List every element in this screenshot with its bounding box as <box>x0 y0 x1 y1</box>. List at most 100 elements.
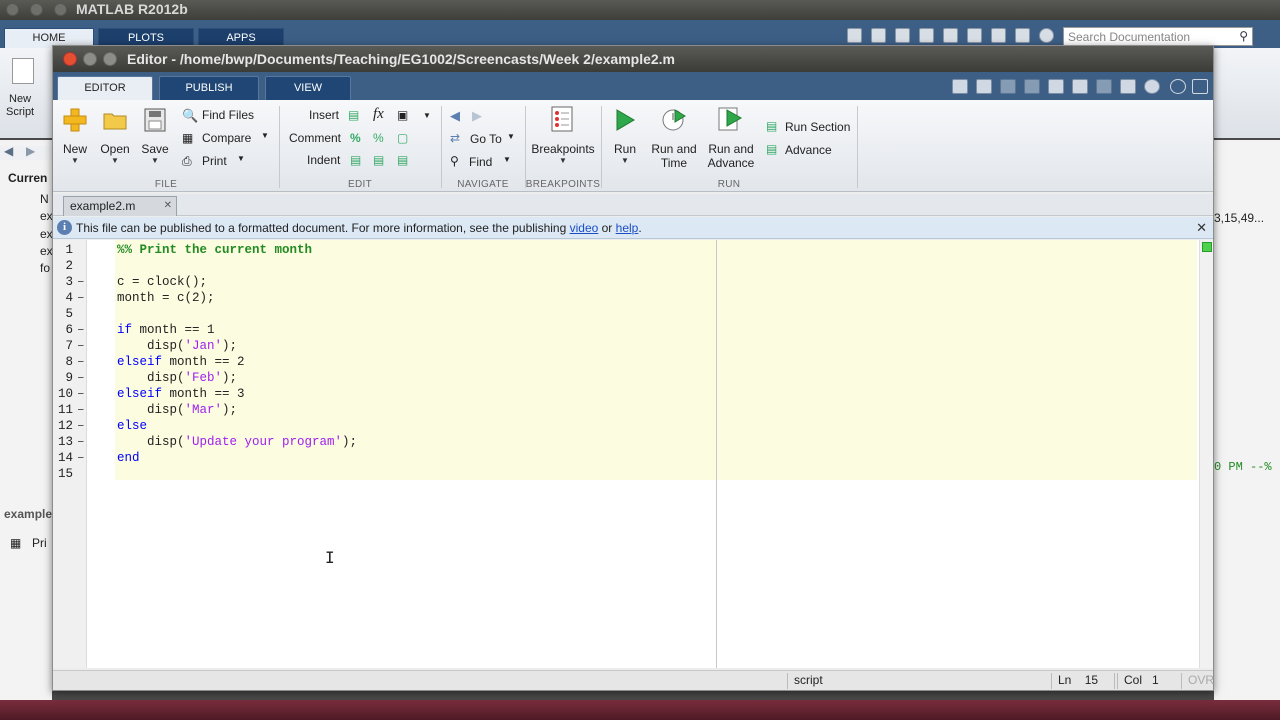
comment-percent-icon[interactable]: % <box>350 131 361 145</box>
find-dropdown-icon[interactable]: ▼ <box>503 155 511 164</box>
code-line[interactable]: elseif month == 2 <box>117 354 245 370</box>
redo-icon[interactable] <box>991 28 1006 43</box>
minimize-icon[interactable] <box>83 52 97 66</box>
documentation-search-input[interactable]: Search Documentation ⚲ <box>1063 27 1253 46</box>
tab-editor[interactable]: EDITOR <box>57 76 153 100</box>
search-icon[interactable]: ⚲ <box>1239 29 1248 43</box>
comment-button[interactable]: Comment <box>289 131 341 145</box>
document-tab[interactable]: example2.m ✕ <box>63 196 177 216</box>
back-arrow-icon[interactable]: ◀ <box>4 144 13 158</box>
code-line[interactable]: disp('Mar'); <box>117 402 237 418</box>
help-link[interactable]: help <box>616 221 639 235</box>
code-editor[interactable]: 1%% Print the current month 2 3– c = clock(… <box>53 240 1199 668</box>
executable-line-marker[interactable]: – <box>77 370 85 386</box>
code-line[interactable]: %% Print the current month <box>117 242 312 258</box>
insert-button[interactable]: Insert <box>309 108 339 122</box>
run-and-time-button[interactable]: Run and Time <box>649 142 699 170</box>
executable-line-marker[interactable]: – <box>77 354 85 370</box>
executable-line-marker[interactable]: – <box>77 450 85 466</box>
close-icon[interactable]: ✕ <box>1196 220 1207 236</box>
code-line[interactable]: else <box>117 418 147 434</box>
code-line[interactable]: disp('Update your program'); <box>117 434 357 450</box>
code-line[interactable]: elseif month == 3 <box>117 386 245 402</box>
undock-icon[interactable] <box>1192 79 1208 94</box>
vertical-scrollbar[interactable] <box>1199 240 1213 668</box>
insert-section-icon[interactable]: ▤ <box>348 108 359 122</box>
file-item[interactable]: N <box>40 192 49 206</box>
cut-icon[interactable] <box>895 28 910 43</box>
executable-line-marker[interactable]: – <box>77 434 85 450</box>
close-icon[interactable] <box>6 3 19 16</box>
help-icon[interactable] <box>1039 28 1054 43</box>
smart-indent-icon[interactable]: ▤ <box>350 153 361 167</box>
breakpoints-button[interactable]: Breakpoints ▼ <box>529 142 597 166</box>
decrease-indent-icon[interactable]: ▤ <box>373 153 384 167</box>
executable-line-marker[interactable]: – <box>77 290 85 306</box>
print-button[interactable]: Print <box>202 154 227 168</box>
insert-function-icon[interactable]: ▣ <box>397 108 408 122</box>
run-button[interactable]: Run ▼ <box>609 142 641 166</box>
close-tab-icon[interactable]: ✕ <box>164 200 172 211</box>
insert-dropdown-icon[interactable]: ▼ <box>423 111 431 120</box>
code-line[interactable]: c = clock(); <box>117 274 207 290</box>
forward-arrow-icon[interactable]: ▶ <box>472 108 482 124</box>
breakpoint-column[interactable] <box>87 240 115 668</box>
save-icon[interactable] <box>976 79 992 94</box>
file-item[interactable]: ex <box>40 209 53 223</box>
new-script-icon[interactable] <box>12 58 34 84</box>
function-fx-icon[interactable]: fx <box>373 106 384 123</box>
file-item[interactable]: ex <box>40 227 53 241</box>
code-line[interactable]: disp('Jan'); <box>117 338 237 354</box>
print-dropdown-icon[interactable]: ▼ <box>237 154 245 163</box>
executable-line-marker[interactable]: – <box>77 386 85 402</box>
paste-icon[interactable] <box>943 28 958 43</box>
compare-dropdown-icon[interactable]: ▼ <box>261 131 269 140</box>
copy-icon[interactable] <box>1024 79 1040 94</box>
forward-arrow-icon[interactable]: ▶ <box>26 144 35 158</box>
layout-icon[interactable] <box>952 79 968 94</box>
file-item[interactable]: ex <box>40 244 53 258</box>
redo-icon[interactable] <box>1096 79 1112 94</box>
layout-icon[interactable] <box>847 28 862 43</box>
executable-line-marker[interactable]: – <box>77 402 85 418</box>
code-line[interactable]: if month == 1 <box>117 322 215 338</box>
help-icon[interactable] <box>1144 79 1160 94</box>
executable-line-marker[interactable]: – <box>77 338 85 354</box>
increase-indent-icon[interactable]: ▤ <box>397 153 408 167</box>
code-line[interactable]: month = c(2); <box>117 290 215 306</box>
run-and-advance-button[interactable]: Run and Advance <box>703 142 759 170</box>
undo-icon[interactable] <box>1072 79 1088 94</box>
executable-line-marker[interactable]: – <box>77 274 85 290</box>
wrap-comments-icon[interactable]: ▢ <box>397 131 408 145</box>
cut-icon[interactable] <box>1000 79 1016 94</box>
tab-publish[interactable]: PUBLISH <box>159 76 259 100</box>
switch-windows-icon[interactable] <box>1015 28 1030 43</box>
go-to-button[interactable]: Go To <box>470 132 502 146</box>
code-line[interactable]: disp('Feb'); <box>117 370 237 386</box>
paste-icon[interactable] <box>1048 79 1064 94</box>
undo-icon[interactable] <box>967 28 982 43</box>
advance-button[interactable]: Advance <box>785 143 832 157</box>
find-button[interactable]: Find <box>469 155 492 169</box>
save-icon[interactable] <box>871 28 886 43</box>
code-analyzer-status-icon[interactable] <box>1202 242 1212 252</box>
find-files-button[interactable]: Find Files <box>202 108 254 122</box>
run-section-button[interactable]: Run Section <box>785 120 850 134</box>
maximize-icon[interactable] <box>54 3 67 16</box>
minimize-icon[interactable] <box>30 3 43 16</box>
copy-icon[interactable] <box>919 28 934 43</box>
code-line[interactable]: end <box>117 450 140 466</box>
save-button[interactable]: Save ▼ <box>139 142 171 166</box>
uncomment-icon[interactable]: % <box>373 131 384 145</box>
back-arrow-icon[interactable]: ◀ <box>450 108 460 124</box>
options-icon[interactable] <box>1170 79 1186 94</box>
executable-line-marker[interactable]: – <box>77 418 85 434</box>
open-button[interactable]: Open ▼ <box>99 142 131 166</box>
switch-windows-icon[interactable] <box>1120 79 1136 94</box>
close-icon[interactable] <box>63 52 77 66</box>
executable-line-marker[interactable]: – <box>77 322 85 338</box>
go-to-dropdown-icon[interactable]: ▼ <box>507 132 515 141</box>
new-button[interactable]: New ▼ <box>63 142 87 166</box>
file-item[interactable]: fo <box>40 261 50 275</box>
new-script-label[interactable]: New Script <box>6 93 34 119</box>
